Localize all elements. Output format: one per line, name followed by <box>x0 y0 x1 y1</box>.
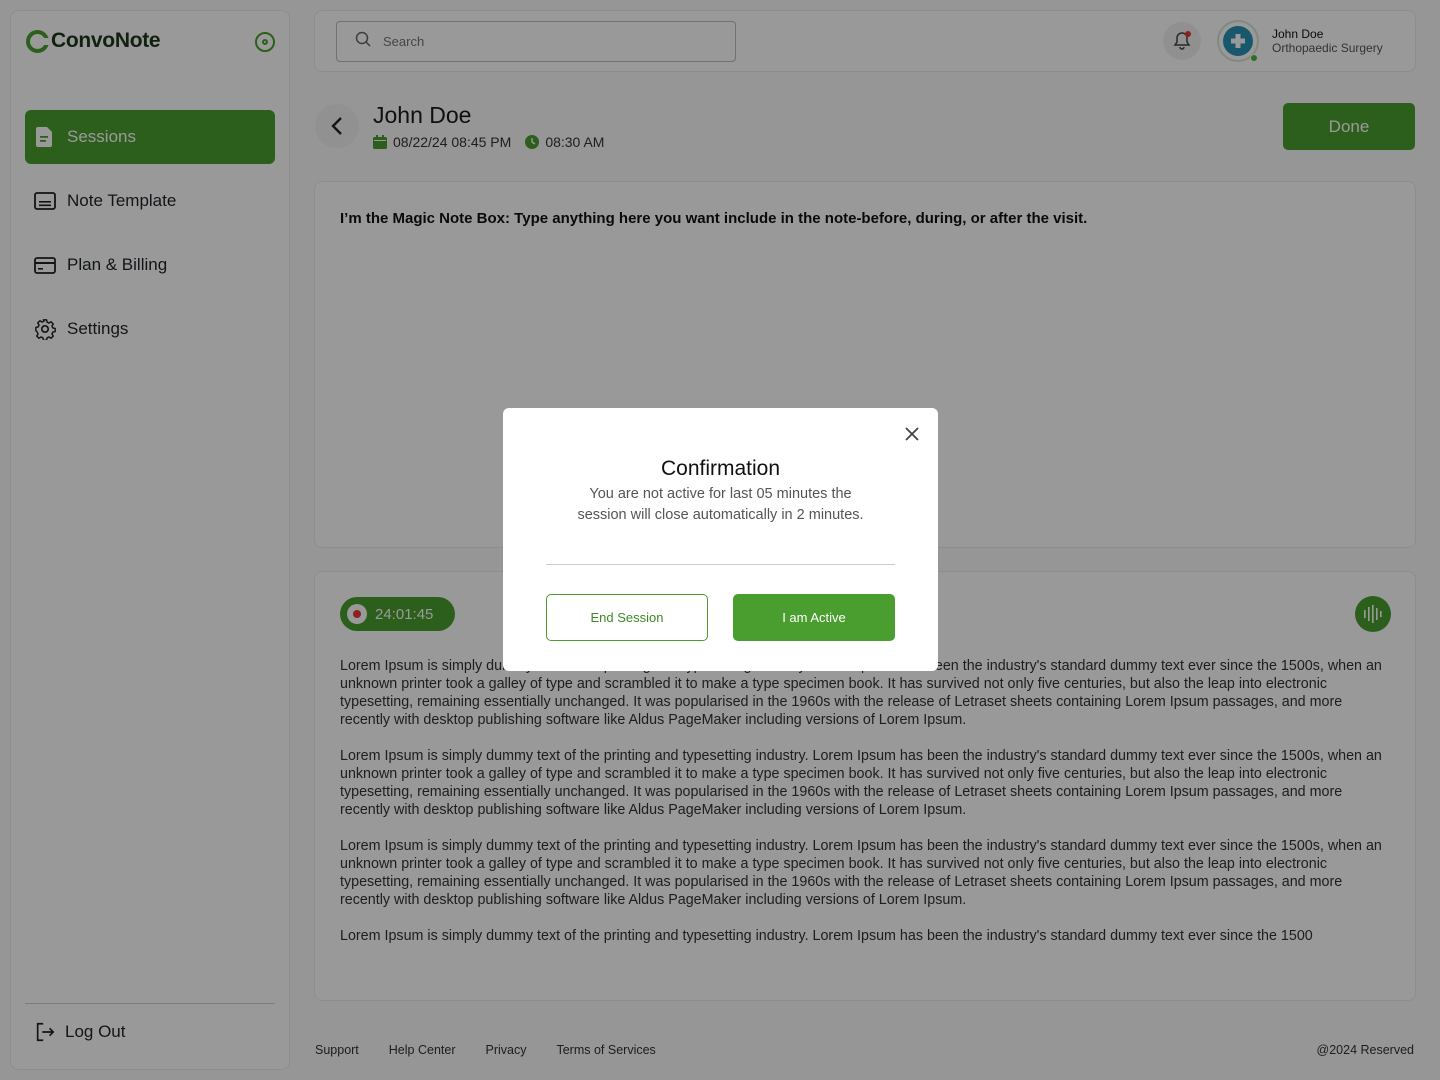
confirmation-modal: Confirmation You are not active for last… <box>503 408 938 671</box>
close-button[interactable] <box>902 424 922 444</box>
app-root: ConvoNote Sessions Note Template Plan & … <box>0 0 1440 1080</box>
end-session-button[interactable]: End Session <box>546 594 708 641</box>
modal-divider <box>546 564 895 565</box>
close-icon <box>905 427 919 441</box>
i-am-active-button[interactable]: I am Active <box>733 594 895 641</box>
modal-title: Confirmation <box>660 457 781 480</box>
modal-message: You are not active for last 05 minutes t… <box>577 486 864 523</box>
